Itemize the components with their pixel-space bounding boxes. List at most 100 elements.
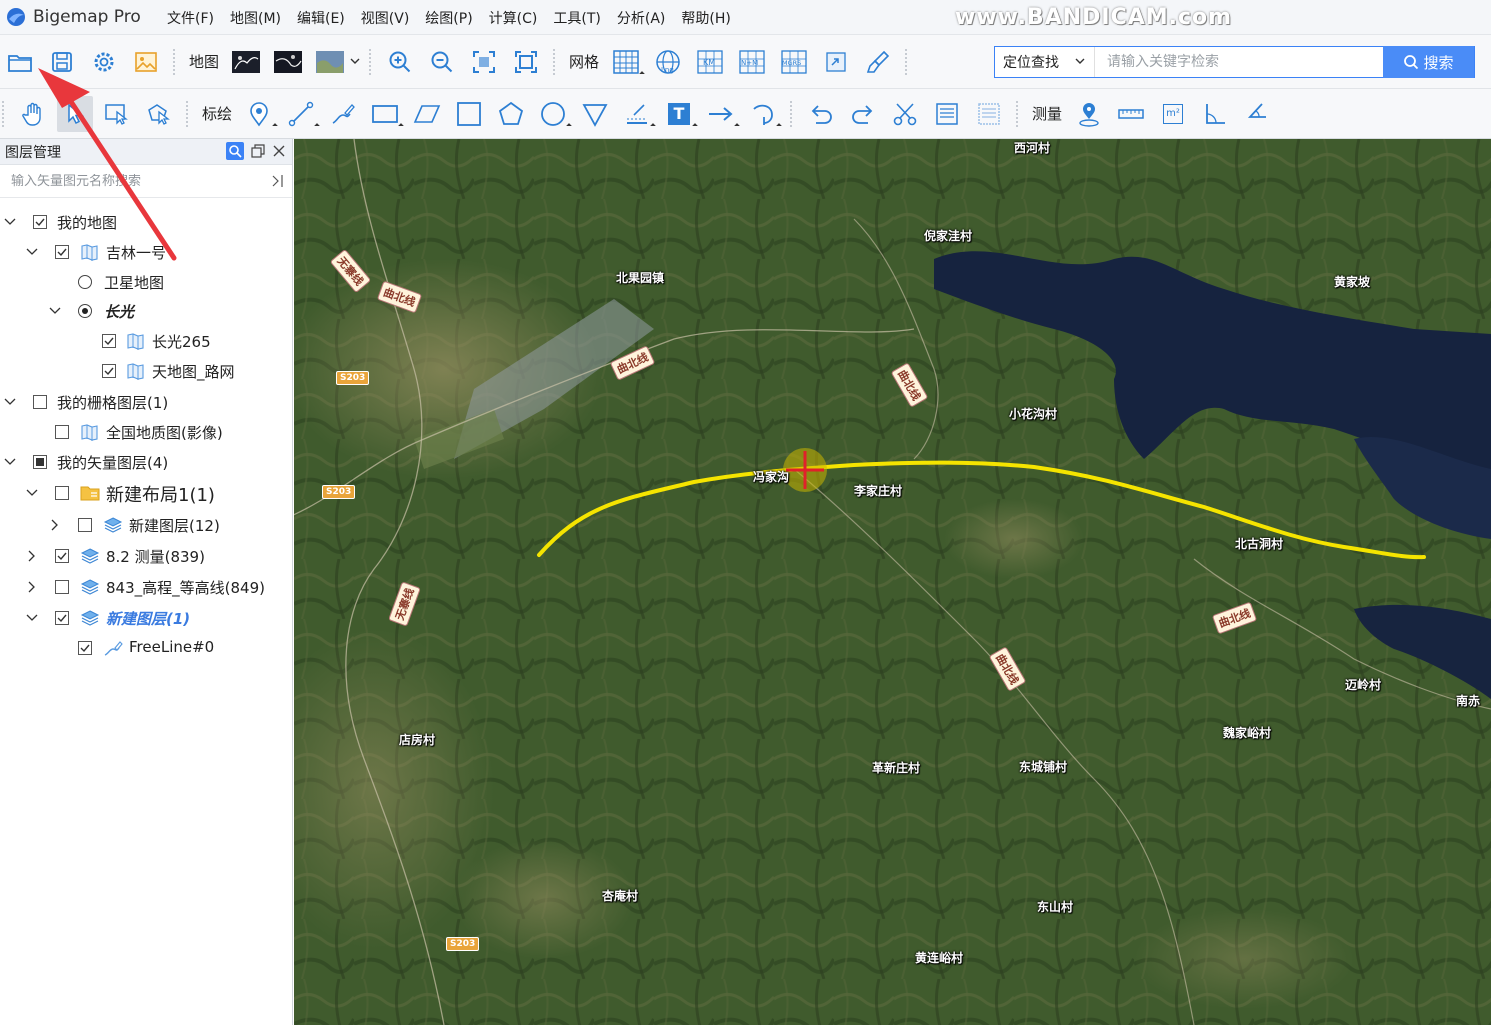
mgrs-grid-icon[interactable]: MGRS: [776, 44, 812, 80]
chevron-down-icon[interactable]: [26, 612, 38, 624]
layer-checkbox[interactable]: [33, 395, 47, 409]
measure-azimuth-icon[interactable]: [1239, 96, 1275, 132]
layer-tree-row[interactable]: 新建图层(1): [0, 605, 292, 631]
layer-checkbox[interactable]: [33, 455, 47, 469]
menu-calc[interactable]: 计算(C): [481, 8, 546, 28]
menu-help[interactable]: 帮助(H): [673, 8, 738, 28]
freehand-line-icon[interactable]: [325, 96, 361, 132]
marker-pin-icon[interactable]: [241, 96, 278, 132]
layer-radio[interactable]: [78, 304, 92, 318]
rectangle-icon[interactable]: [367, 96, 404, 132]
layer-tree-row[interactable]: 新建图层(12): [0, 512, 292, 538]
text-tool-icon[interactable]: T: [661, 96, 698, 132]
save-icon[interactable]: [44, 44, 80, 80]
layer-tree-row[interactable]: 吉林一号: [0, 239, 292, 265]
parallelogram-icon[interactable]: [409, 96, 445, 132]
polygon-select-icon[interactable]: [141, 96, 177, 132]
chevron-down-icon[interactable]: [349, 54, 363, 70]
image-icon[interactable]: [128, 44, 164, 80]
layer-checkbox[interactable]: [55, 580, 69, 594]
layer-tree-row[interactable]: 8.2 测量(839): [0, 543, 292, 569]
menu-file[interactable]: 文件(F): [159, 8, 222, 28]
layer-tree-row[interactable]: FreeLine#0: [0, 635, 292, 661]
layer-checkbox[interactable]: [78, 518, 92, 532]
search-scope-select[interactable]: 定位查找: [995, 47, 1095, 77]
layer-tree-row[interactable]: 新建布局1(1): [0, 480, 292, 506]
chevron-right-icon[interactable]: [49, 519, 61, 531]
menu-map[interactable]: 地图(M): [222, 8, 289, 28]
sector-icon[interactable]: [577, 96, 613, 132]
layer-tree-row[interactable]: 我的地图: [0, 209, 292, 235]
zoom-out-icon[interactable]: [424, 44, 460, 80]
layer-checkbox[interactable]: [102, 364, 116, 378]
layer-checkbox[interactable]: [55, 486, 69, 500]
chevron-down-icon[interactable]: [4, 216, 16, 228]
layer-tree-row[interactable]: 我的栅格图层(1): [0, 389, 292, 415]
attribute-table-icon[interactable]: [929, 96, 965, 132]
layer-checkbox[interactable]: [55, 549, 69, 563]
select-arrow-icon[interactable]: [57, 95, 93, 132]
layer-tree-row[interactable]: 843_高程_等高线(849): [0, 574, 292, 600]
menu-tools[interactable]: 工具(T): [545, 8, 608, 28]
layer-tree-row[interactable]: 卫星地图: [0, 269, 292, 295]
layer-checkbox[interactable]: [102, 334, 116, 348]
zoom-fit-icon[interactable]: [466, 44, 502, 80]
close-icon[interactable]: [270, 142, 288, 160]
pan-hand-icon[interactable]: [15, 96, 51, 132]
measure-angle-icon[interactable]: [1197, 96, 1233, 132]
open-folder-icon[interactable]: [2, 44, 38, 80]
circle-icon[interactable]: [535, 96, 572, 132]
polyline-icon[interactable]: [283, 96, 320, 132]
curve-arrow-icon[interactable]: [745, 96, 782, 132]
measure-area-icon[interactable]: m²: [1155, 96, 1191, 132]
layer-checkbox[interactable]: [55, 245, 69, 259]
import-icon[interactable]: [818, 44, 854, 80]
redo-icon[interactable]: [845, 96, 881, 132]
pentagon-icon[interactable]: [493, 96, 529, 132]
undo-icon[interactable]: [803, 96, 839, 132]
search-input[interactable]: [1095, 47, 1385, 77]
clear-brush-icon[interactable]: [860, 44, 896, 80]
ntm-grid-icon[interactable]: N+M: [734, 44, 770, 80]
layer-checkbox[interactable]: [55, 425, 69, 439]
grid-icon[interactable]: [608, 44, 645, 80]
zoom-in-icon[interactable]: [382, 44, 418, 80]
menu-draw[interactable]: 绘图(P): [417, 8, 480, 28]
menu-edit[interactable]: 编辑(E): [289, 8, 353, 28]
layer-checkbox[interactable]: [33, 215, 47, 229]
chevron-down-icon[interactable]: [26, 246, 38, 258]
chevron-right-icon[interactable]: [26, 550, 38, 562]
menu-analysis[interactable]: 分析(A): [609, 8, 674, 28]
measure-point-icon[interactable]: [1071, 96, 1107, 132]
search-button[interactable]: 搜索: [1383, 46, 1474, 78]
chevron-down-icon[interactable]: [4, 456, 16, 468]
map-style-satellite-icon[interactable]: [312, 44, 348, 80]
layer-tree-row[interactable]: 长光: [0, 298, 292, 324]
restore-window-icon[interactable]: [249, 142, 267, 160]
chevron-right-icon[interactable]: [26, 581, 38, 593]
menu-view[interactable]: 视图(V): [353, 8, 418, 28]
list-icon[interactable]: [971, 96, 1007, 132]
full-extent-icon[interactable]: [508, 44, 544, 80]
scissors-icon[interactable]: [887, 96, 923, 132]
km-grid-icon[interactable]: KM: [692, 44, 728, 80]
layer-tree-row[interactable]: 全国地质图(影像): [0, 419, 292, 445]
layer-tree-row[interactable]: 长光265: [0, 328, 292, 354]
collapse-search-icon[interactable]: [270, 174, 284, 188]
arrow-tool-icon[interactable]: [703, 96, 740, 132]
lnglat-grid-icon[interactable]: Lng: [650, 44, 686, 80]
chevron-down-icon[interactable]: [4, 396, 16, 408]
search-icon[interactable]: [226, 142, 244, 160]
layer-search-input[interactable]: [11, 173, 261, 189]
layer-checkbox[interactable]: [78, 641, 92, 655]
square-icon[interactable]: [451, 96, 487, 132]
map-style-dark-icon[interactable]: [228, 44, 264, 80]
layer-radio[interactable]: [78, 275, 92, 289]
map-view[interactable]: 倪家洼村 北果园镇 黄家坡 小花沟村 冯家沟 李家庄村 北古洞村 迈岭村 南赤 魏家峪村 店房村 革新…: [294, 139, 1491, 1025]
layer-checkbox[interactable]: [55, 611, 69, 625]
settings-gear-icon[interactable]: [86, 44, 122, 80]
map-style-dark-2-icon[interactable]: [270, 44, 306, 80]
box-select-icon[interactable]: [99, 96, 135, 132]
elevation-tool-icon[interactable]: [619, 96, 656, 132]
layer-tree-row[interactable]: 我的矢量图层(4): [0, 449, 292, 475]
